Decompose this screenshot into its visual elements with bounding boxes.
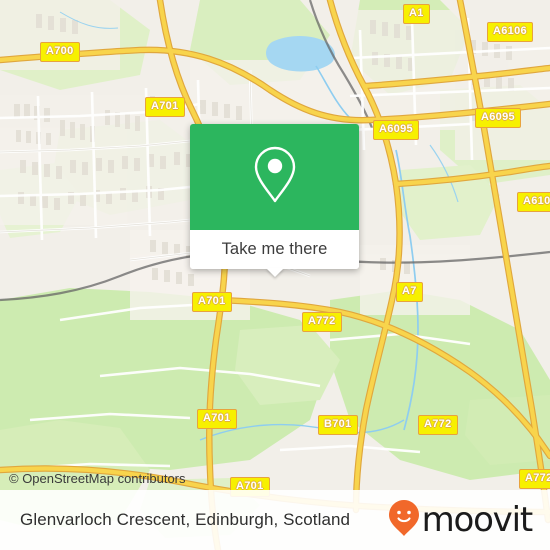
road-shield-a1: A1 <box>403 4 430 24</box>
road-shield-a772-corner: A772 <box>519 469 550 489</box>
road-shield-a701-low: A701 <box>197 409 237 429</box>
take-me-there-label: Take me there <box>221 240 328 258</box>
road-shield-a7: A7 <box>396 282 423 302</box>
road-shield-a700: A700 <box>40 42 80 62</box>
footer-bar: Glenvarloch Crescent, Edinburgh, Scotlan… <box>0 490 550 550</box>
road-shield-a772-mid: A772 <box>302 312 342 332</box>
moovit-pin-icon <box>388 499 420 542</box>
road-shield-a6095-right: A6095 <box>475 108 521 128</box>
popup-tail-pointer <box>265 268 284 277</box>
take-me-there-button[interactable]: Take me there <box>190 230 359 277</box>
road-shield-a701-mid: A701 <box>192 292 232 312</box>
osm-attribution[interactable]: © OpenStreetMap contributors <box>9 471 186 486</box>
road-shield-a772-right: A772 <box>418 415 458 435</box>
moovit-map-screen: A1 A6106 A700 A701 A6095 A6095 A6106 A701 A7 A772… <box>0 0 550 550</box>
road-shield-a701-top: A701 <box>145 97 185 117</box>
road-shield-a6106-top: A6106 <box>487 22 533 42</box>
moovit-logo[interactable]: moovit <box>388 499 534 542</box>
road-shield-b701: B701 <box>318 415 358 435</box>
location-pin-icon <box>251 145 299 210</box>
popup-image-panel <box>190 124 359 230</box>
place-name-label: Glenvarloch Crescent, Edinburgh, Scotlan… <box>20 510 351 529</box>
location-popup-card[interactable]: Take me there <box>190 124 359 277</box>
road-shield-a6095-left: A6095 <box>373 120 419 140</box>
moovit-wordmark: moovit <box>421 500 534 540</box>
road-shield-a6106-right: A6106 <box>517 192 550 212</box>
